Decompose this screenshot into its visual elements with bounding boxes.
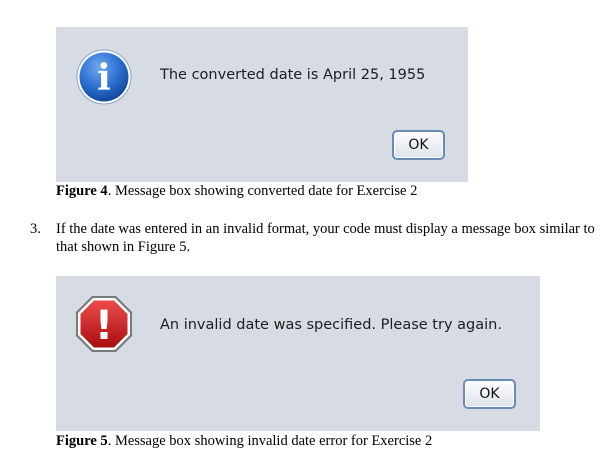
info-icon-glyph: i <box>97 57 111 99</box>
ok-button[interactable]: OK <box>463 379 516 409</box>
figure-4-caption: Figure 4. Message box showing converted … <box>56 183 417 200</box>
dialog-message: The converted date is April 25, 1955 <box>160 67 426 83</box>
figure-5-label: Figure 5 <box>56 433 108 449</box>
step-number: 3. <box>30 221 41 237</box>
info-icon: i <box>76 49 132 105</box>
figure-5-caption: Figure 5. Message box showing invalid da… <box>56 433 432 450</box>
figure-5-text: . Message box showing invalid date error… <box>107 433 433 449</box>
error-message-dialog: ! An invalid date was specified. Please … <box>56 276 540 431</box>
figure-4-label: Figure 4 <box>56 183 108 199</box>
ok-button[interactable]: OK <box>392 130 445 160</box>
step-text: If the date was entered in an invalid fo… <box>56 221 595 255</box>
dialog-message: An invalid date was specified. Please tr… <box>160 317 502 333</box>
figure-4-text: . Message box showing converted date for… <box>107 183 418 199</box>
error-icon-glyph: ! <box>95 303 113 349</box>
error-stop-icon: ! <box>76 296 132 352</box>
info-message-dialog: i The converted date is April 25, 1955 O… <box>56 27 468 182</box>
